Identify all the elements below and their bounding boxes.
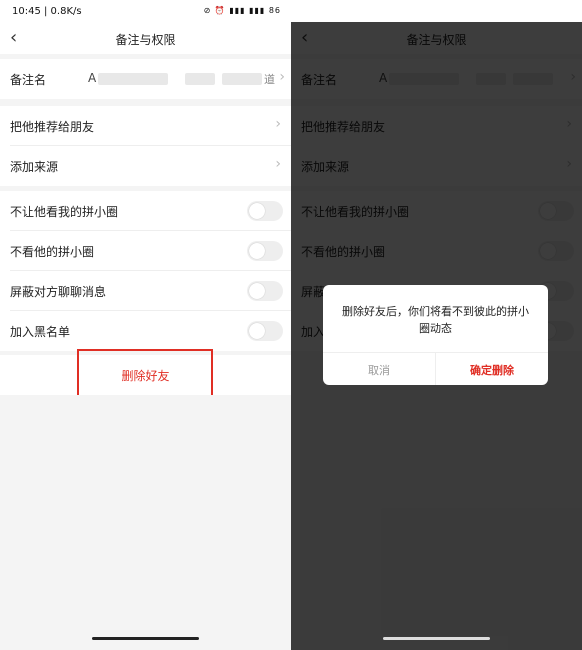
add-source-row[interactable]: 添加来源 ›	[0, 146, 291, 186]
status-time: 10:45 | 0.8K/s	[12, 6, 82, 17]
toggle-switch[interactable]	[247, 321, 283, 341]
toggle-switch[interactable]	[247, 281, 283, 301]
chevron-right-icon: ›	[275, 116, 281, 132]
empty-area	[0, 395, 291, 650]
nav-bar: ‹ 备注与权限	[0, 24, 291, 54]
redacted-block	[222, 73, 262, 85]
page-title: 备注与权限	[115, 33, 176, 47]
cancel-button[interactable]: 取消	[323, 362, 435, 378]
recommend-row[interactable]: 把他推荐给朋友 ›	[0, 106, 291, 146]
toggle-label: 不看他的拼小圈	[10, 245, 95, 259]
chevron-right-icon: ›	[275, 156, 281, 172]
status-icons: ⊘ ⏰ ▮▮▮ ▮▮▮ 86	[203, 6, 281, 15]
home-indicator[interactable]	[92, 637, 199, 640]
left-screen: 10:45 | 0.8K/s ⊘ ⏰ ▮▮▮ ▮▮▮ 86 ‹ 备注与权限 备注…	[0, 0, 291, 650]
toggle-row-hide-his-moments: 不看他的拼小圈	[0, 231, 291, 271]
redacted-block	[185, 73, 215, 85]
chevron-right-icon: ›	[279, 69, 285, 85]
recommend-label: 把他推荐给朋友	[10, 120, 95, 134]
redacted-block	[98, 73, 168, 85]
remark-value-prefix: A	[88, 71, 97, 85]
highlight-box	[77, 349, 213, 400]
toggle-row-hide-moments: 不让他看我的拼小圈	[0, 191, 291, 231]
toggle-switch[interactable]	[247, 201, 283, 221]
toggle-label: 屏蔽对方聊聊消息	[10, 285, 107, 299]
remark-label: 备注名	[10, 73, 47, 87]
toggle-row-blacklist: 加入黑名单	[0, 311, 291, 351]
remark-value-suffix: 道	[264, 73, 275, 86]
confirm-delete-button[interactable]: 确定删除	[436, 362, 548, 378]
status-bar	[291, 0, 582, 22]
toggle-label: 不让他看我的拼小圈	[10, 205, 119, 219]
dialog-message: 删除好友后，你们将看不到彼此的拼小圈动态	[342, 305, 529, 335]
add-source-label: 添加来源	[10, 160, 59, 174]
delete-confirm-dialog: 删除好友后，你们将看不到彼此的拼小圈动态 取消 确定删除	[323, 285, 548, 385]
right-screen: ‹ 备注与权限 备注名 A › 把他推荐给朋友 › 添加来源 › 不让他看我的拼…	[291, 0, 582, 650]
remark-row[interactable]: 备注名 A 道 ›	[0, 59, 291, 99]
toggle-label: 加入黑名单	[10, 325, 71, 339]
toggle-switch[interactable]	[247, 241, 283, 261]
toggle-row-block-messages: 屏蔽对方聊聊消息	[0, 271, 291, 311]
status-bar: 10:45 | 0.8K/s ⊘ ⏰ ▮▮▮ ▮▮▮ 86	[0, 0, 291, 24]
home-indicator[interactable]	[383, 637, 490, 640]
